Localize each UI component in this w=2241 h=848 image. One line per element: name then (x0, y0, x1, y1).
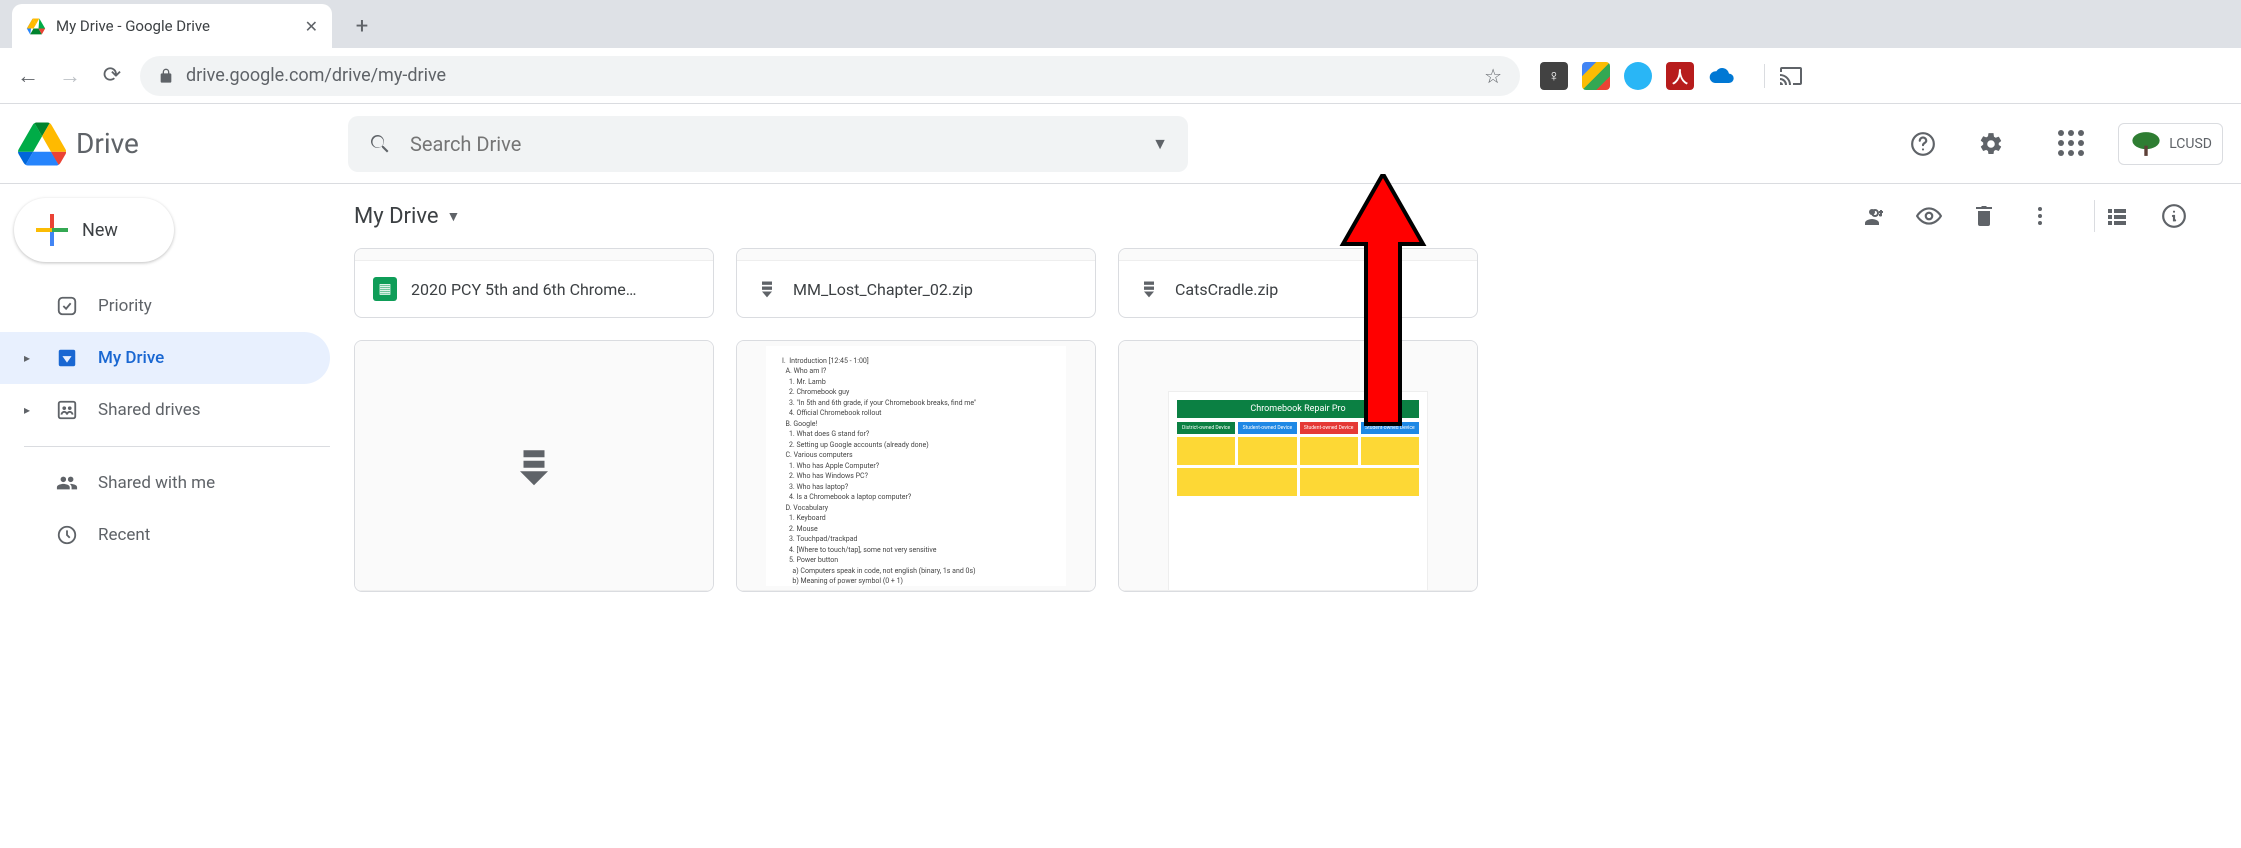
file-card[interactable]: MM_Lost_Chapter_02.zip (736, 248, 1096, 318)
extension-icon[interactable] (1624, 62, 1652, 90)
breadcrumb-label: My Drive (354, 204, 439, 229)
extensions-row: ♀ 人 (1540, 62, 1736, 90)
sidebar-item-label: Shared drives (98, 400, 201, 420)
extension-onedrive-icon[interactable] (1708, 62, 1736, 90)
browser-tab[interactable]: My Drive - Google Drive ✕ (12, 4, 332, 48)
plus-icon (36, 214, 68, 246)
cast-icon[interactable] (1764, 64, 1803, 88)
shared-with-me-icon (56, 472, 78, 494)
chevron-down-icon: ▼ (447, 208, 461, 225)
chevron-right-icon[interactable]: ▸ (24, 403, 36, 417)
priority-icon (56, 295, 78, 317)
chevron-right-icon[interactable]: ▸ (24, 351, 36, 365)
new-button[interactable]: New (14, 198, 174, 262)
more-actions-button[interactable] (2028, 204, 2084, 228)
tab-title: My Drive - Google Drive (56, 17, 295, 35)
tab-close-icon[interactable]: ✕ (305, 17, 318, 36)
main-content: My Drive ▼ (330, 184, 2241, 848)
product-name: Drive (76, 127, 139, 160)
org-logo-icon (2129, 130, 2163, 158)
settings-gear-icon[interactable] (1978, 131, 2026, 157)
search-dropdown-icon[interactable]: ▼ (1152, 134, 1168, 154)
extension-icon[interactable]: ♀ (1540, 62, 1568, 90)
file-card[interactable]: ▦ 2020 PCY 5th and 6th Chrome… (354, 248, 714, 318)
apps-grid-icon[interactable] (2058, 130, 2086, 158)
delete-button[interactable] (1972, 204, 2028, 228)
zip-icon (755, 277, 779, 301)
file-preview: I. Introduction [12:45 - 1:00] A. Who am… (737, 341, 1095, 591)
browser-tab-strip: My Drive - Google Drive ✕ + (0, 0, 2241, 48)
file-name: 2020 PCY 5th and 6th Chrome… (411, 280, 695, 299)
sidebar-item-recent[interactable]: ▸ Recent (0, 509, 330, 561)
zip-icon (1137, 277, 1161, 301)
file-card[interactable]: CatsCradle.zip (1118, 248, 1478, 318)
file-preview (737, 249, 1095, 261)
download-icon (513, 445, 555, 487)
sidebar-item-label: Priority (98, 296, 152, 316)
sidebar-item-shared-with-me[interactable]: ▸ Shared with me (0, 457, 330, 509)
bookmark-star-icon[interactable]: ☆ (1484, 64, 1502, 88)
address-bar[interactable]: drive.google.com/drive/my-drive ☆ (140, 56, 1520, 96)
help-icon[interactable] (1910, 131, 1958, 157)
browser-toolbar: ← → ⟳ drive.google.com/drive/my-drive ☆ … (0, 48, 2241, 104)
breadcrumb[interactable]: My Drive ▼ (354, 204, 460, 229)
my-drive-icon (56, 347, 78, 369)
slide-title: Chromebook Repair Pro (1177, 400, 1419, 418)
file-card[interactable] (354, 340, 714, 592)
file-preview (355, 249, 713, 261)
sidebar: New ▸ Priority ▸ My Drive ▸ Shared drive… (0, 184, 330, 848)
drive-header: Drive ▼ LCUSD (0, 104, 2241, 184)
file-preview: Chromebook Repair Pro District-owned Dev… (1119, 341, 1477, 591)
reload-button[interactable]: ⟳ (98, 63, 126, 88)
new-tab-button[interactable]: + (342, 6, 382, 46)
file-preview (355, 341, 713, 591)
file-card[interactable]: Chromebook Repair Pro District-owned Dev… (1118, 340, 1478, 592)
sheets-icon: ▦ (373, 277, 397, 301)
sidebar-item-label: My Drive (98, 348, 164, 368)
preview-button[interactable] (1916, 203, 1972, 229)
content-toolbar: My Drive ▼ (330, 184, 2241, 248)
back-button[interactable]: ← (14, 63, 42, 89)
sidebar-item-shared-drives[interactable]: ▸ Shared drives (0, 384, 330, 436)
drive-favicon (26, 16, 46, 36)
search-icon (368, 132, 392, 156)
lock-icon (158, 68, 174, 84)
view-list-button[interactable] (2105, 204, 2161, 228)
file-name: CatsCradle.zip (1175, 280, 1459, 299)
account-label: LCUSD (2169, 136, 2212, 152)
search-bar[interactable]: ▼ (348, 116, 1188, 172)
share-button[interactable] (1860, 204, 1916, 228)
file-name: MM_Lost_Chapter_02.zip (793, 280, 1077, 299)
extension-icon[interactable]: 人 (1666, 62, 1694, 90)
sidebar-item-priority[interactable]: ▸ Priority (0, 280, 330, 332)
details-button[interactable] (2161, 203, 2217, 229)
extension-icon[interactable] (1582, 62, 1610, 90)
sidebar-item-label: Recent (98, 525, 150, 545)
recent-icon (56, 524, 78, 546)
sidebar-item-label: Shared with me (98, 473, 215, 493)
file-card[interactable]: I. Introduction [12:45 - 1:00] A. Who am… (736, 340, 1096, 592)
account-switcher[interactable]: LCUSD (2118, 123, 2223, 165)
sidebar-item-my-drive[interactable]: ▸ My Drive (0, 332, 330, 384)
new-button-label: New (82, 220, 118, 241)
forward-button[interactable]: → (56, 63, 84, 89)
file-preview (1119, 249, 1477, 261)
drive-logo[interactable]: Drive (18, 122, 328, 166)
url-text: drive.google.com/drive/my-drive (186, 65, 1472, 86)
search-input[interactable] (410, 132, 1134, 156)
shared-drives-icon (56, 399, 78, 421)
